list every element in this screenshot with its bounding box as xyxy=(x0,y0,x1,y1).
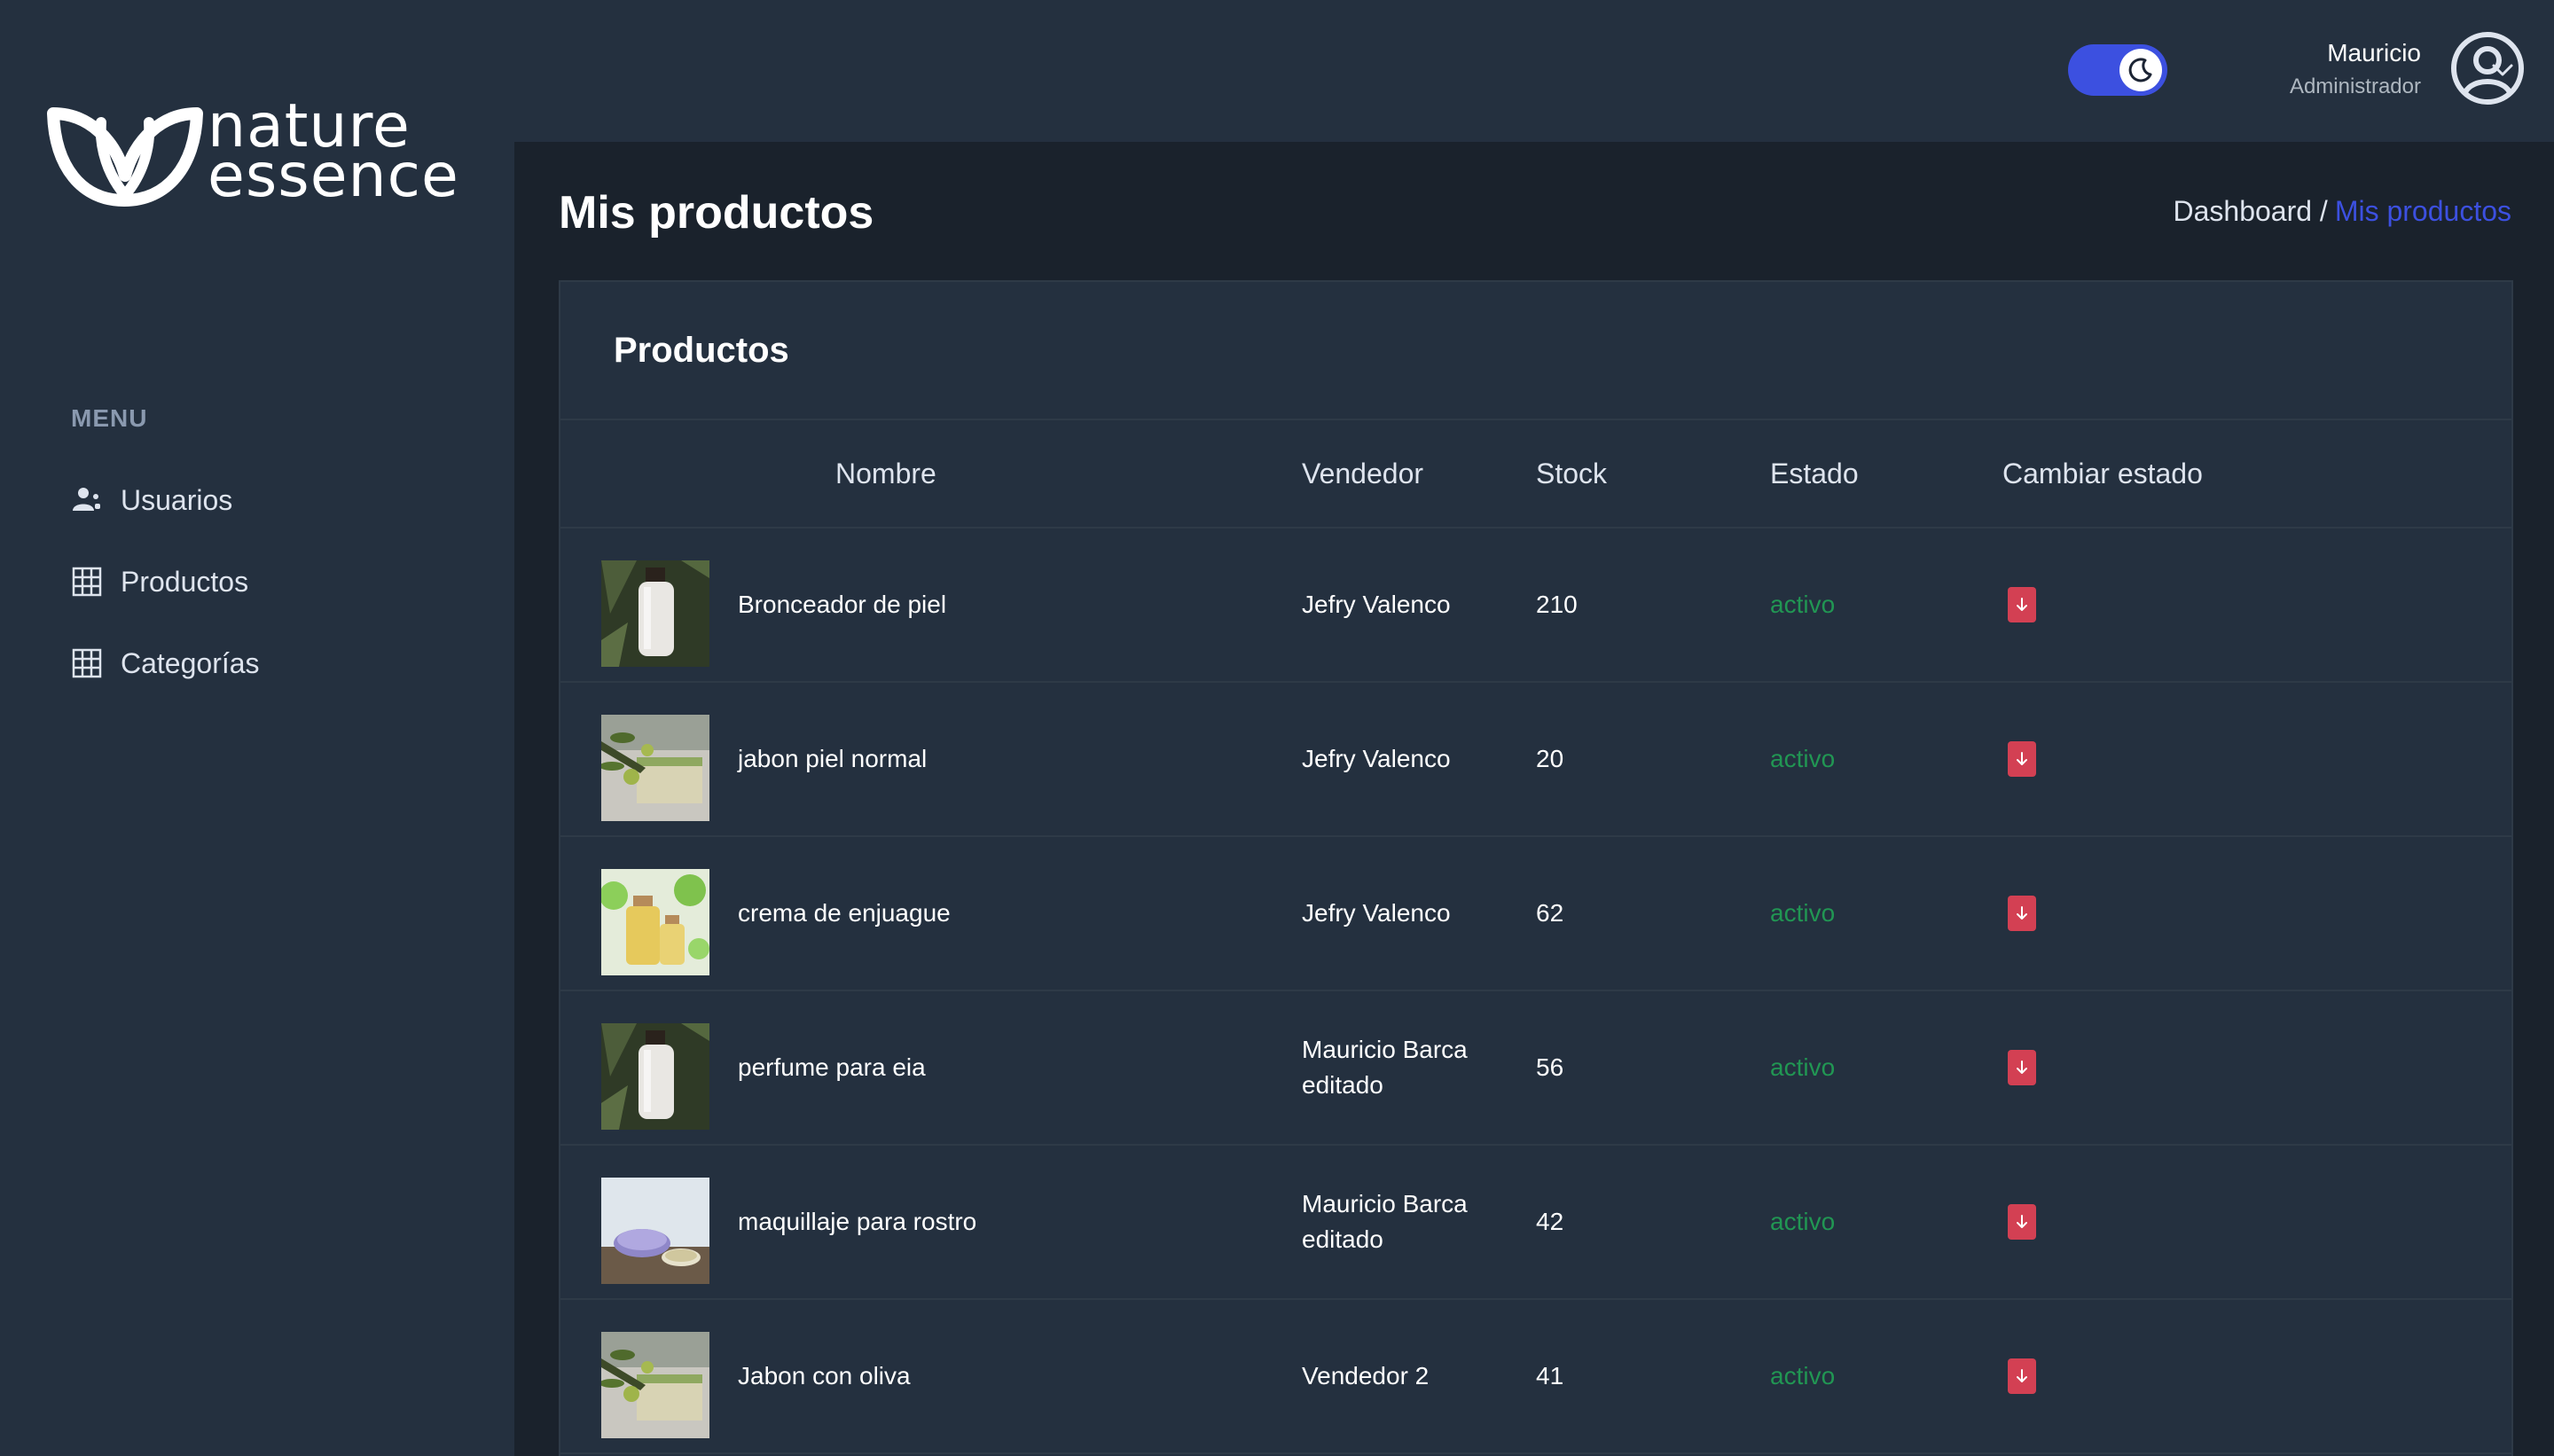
change-status-button[interactable] xyxy=(2008,1050,2036,1085)
seller-line-1: Vendedor 2 xyxy=(1302,1362,1430,1389)
seller-line-2: editado xyxy=(1302,1225,1383,1253)
product-thumbnail xyxy=(601,715,709,821)
user-info[interactable]: Mauricio Administrador xyxy=(2217,39,2421,99)
column-header-vendedor: Vendedor xyxy=(1302,458,1424,489)
seller-line-1: Jefry Valenco xyxy=(1302,591,1451,618)
arrow-down-icon xyxy=(2017,752,2027,765)
product-name: Jabon con oliva xyxy=(738,1362,911,1389)
column-header-stock: Stock xyxy=(1536,458,1608,489)
table-body: Bronceador de piel Jefry Valenco 210 act… xyxy=(560,528,2511,1454)
sidebar-item-label: Productos xyxy=(121,565,249,598)
product-stock: 42 xyxy=(1536,1208,1564,1235)
product-thumbnail xyxy=(601,1178,709,1284)
product-name: Bronceador de piel xyxy=(738,591,947,618)
product-seller: Mauricio Barca editado xyxy=(1302,1186,1497,1257)
brand-line-2: essence xyxy=(208,141,459,211)
table-row-5: maquillaje para rostro Mauricio Barca edi… xyxy=(560,1146,2511,1300)
products-card: Productos Nombre Vendedor Stock Estado C… xyxy=(559,280,2513,1456)
product-stock: 41 xyxy=(1536,1362,1564,1389)
status-badge: activo xyxy=(1770,1362,1836,1389)
sidebar-item-usuarios[interactable]: Usuarios xyxy=(71,475,232,525)
sidebar-item-productos[interactable]: Productos xyxy=(71,557,248,607)
change-status-button[interactable] xyxy=(2008,587,2036,622)
table-row-4: perfume para eia Mauricio Barca editado 5… xyxy=(560,991,2511,1146)
user-name: Mauricio xyxy=(2327,39,2421,67)
top-header: Mauricio Administrador xyxy=(514,0,2554,142)
product-seller: Jefry Valenco xyxy=(1302,587,1497,622)
main-content: Mis productos Dashboard / Mis productos … xyxy=(514,142,2554,1456)
product-thumbnail xyxy=(601,560,709,667)
table-icon xyxy=(71,647,103,679)
menu-title: MENU xyxy=(71,404,148,432)
table-row-6: Jabon con oliva Vendedor 2 41 activo xyxy=(560,1300,2511,1454)
product-stock: 20 xyxy=(1536,745,1564,772)
product-thumbnail xyxy=(601,1023,709,1130)
seller-line-1: Jefry Valenco xyxy=(1302,899,1451,927)
change-status-button[interactable] xyxy=(2008,896,2036,931)
sidebar-item-label: Categorías xyxy=(121,646,260,679)
dark-mode-toggle[interactable] xyxy=(2068,44,2167,96)
arrow-down-icon xyxy=(2017,1369,2027,1382)
leaf-logo-icon xyxy=(47,107,203,207)
product-name: perfume para eia xyxy=(738,1053,926,1081)
table-row-2: jabon piel normal Jefry Valenco 20 activ… xyxy=(560,683,2511,837)
product-name: crema de enjuague xyxy=(738,899,951,927)
card-title: Productos xyxy=(560,282,2511,420)
arrow-down-icon xyxy=(2017,906,2027,920)
status-badge: activo xyxy=(1770,899,1836,927)
product-seller: Jefry Valenco xyxy=(1302,741,1497,777)
arrow-down-icon xyxy=(2017,1215,2027,1228)
table-row-3: crema de enjuague Jefry Valenco 62 activ… xyxy=(560,837,2511,991)
column-header-estado: Estado xyxy=(1770,458,1859,489)
change-status-button[interactable] xyxy=(2008,741,2036,777)
status-badge: activo xyxy=(1770,1053,1836,1081)
table-icon xyxy=(71,566,103,598)
sidebar: nature essence MENU Usuarios Productos C… xyxy=(0,0,514,1456)
product-name: jabon piel normal xyxy=(738,745,928,772)
seller-line-1: Jefry Valenco xyxy=(1302,745,1451,772)
product-stock: 56 xyxy=(1536,1053,1564,1081)
user-role: Administrador xyxy=(2289,74,2421,98)
product-thumbnail xyxy=(601,869,709,975)
table-header: Nombre Vendedor Stock Estado Cambiar est… xyxy=(560,420,2511,528)
sidebar-item-label: Usuarios xyxy=(121,483,233,516)
product-stock: 210 xyxy=(1536,591,1578,618)
breadcrumb-current: Mis productos xyxy=(2334,195,2511,227)
arrow-down-icon xyxy=(2017,598,2027,611)
product-name: maquillaje para rostro xyxy=(738,1208,977,1235)
table-row-1: Bronceador de piel Jefry Valenco 210 act… xyxy=(560,528,2511,683)
product-stock: 62 xyxy=(1536,899,1564,927)
breadcrumb-dashboard-link[interactable]: Dashboard / xyxy=(2173,195,2327,228)
seller-line-1: Mauricio Barca xyxy=(1302,1190,1468,1217)
column-header-nombre: Nombre xyxy=(835,458,936,489)
brand-logo[interactable]: nature essence xyxy=(46,96,459,207)
column-header-cambiar-estado: Cambiar estado xyxy=(2002,458,2203,489)
product-thumbnail xyxy=(601,1332,709,1438)
change-status-button[interactable] xyxy=(2008,1204,2036,1240)
status-badge: activo xyxy=(1770,745,1836,772)
page-title: Mis productos xyxy=(559,187,874,239)
seller-line-1: Mauricio Barca xyxy=(1302,1036,1468,1063)
users-icon xyxy=(71,484,103,516)
product-seller: Jefry Valenco xyxy=(1302,896,1497,931)
seller-line-2: editado xyxy=(1302,1071,1383,1099)
product-seller: Vendedor 2 xyxy=(1302,1358,1497,1394)
arrow-down-icon xyxy=(2017,1061,2027,1074)
sidebar-item-categorias[interactable]: Categorías xyxy=(71,638,260,688)
status-badge: activo xyxy=(1770,1208,1836,1235)
status-badge: activo xyxy=(1770,591,1836,618)
product-seller: Mauricio Barca editado xyxy=(1302,1032,1497,1103)
breadcrumb: Dashboard / Mis productos xyxy=(2173,195,2511,228)
moon-icon xyxy=(2119,49,2162,91)
change-status-button[interactable] xyxy=(2008,1358,2036,1394)
brand-name: nature essence xyxy=(208,97,459,211)
chevron-down-icon[interactable] xyxy=(2487,53,2519,85)
